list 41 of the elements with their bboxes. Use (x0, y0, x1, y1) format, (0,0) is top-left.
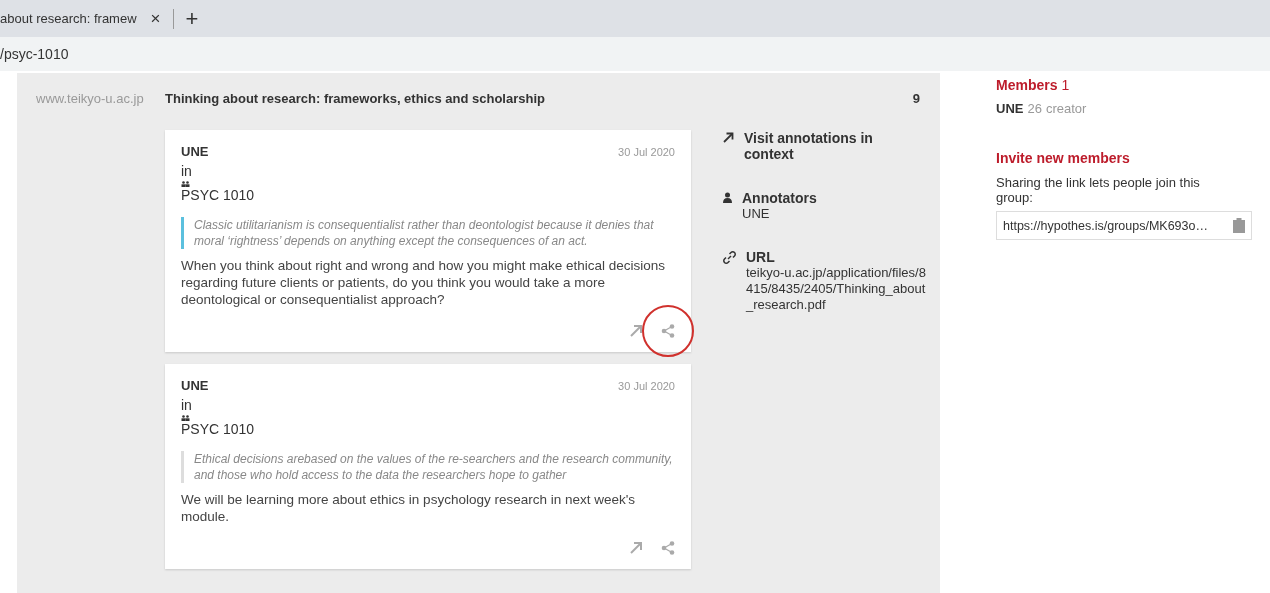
members-count: 1 (1061, 77, 1070, 93)
annotation-quote: Ethical decisions arebased on the values of the re-searchers and the research community, and those who hold access to the data the researchers hope to gather (181, 451, 675, 483)
in-label: in (181, 163, 193, 179)
group-icon (181, 181, 190, 187)
external-link-icon[interactable] (629, 541, 643, 555)
document-title[interactable]: Thinking about research: frameworks, ethics and scholarship (165, 91, 913, 106)
url-label: URL (746, 249, 776, 265)
close-icon[interactable]: × (150, 8, 161, 29)
link-icon (723, 251, 736, 264)
annotation-user[interactable]: UNE (181, 144, 209, 159)
tab-title: about research: framew (0, 11, 137, 26)
share-icon[interactable] (661, 541, 675, 555)
members-title: Members (996, 77, 1058, 93)
group-icon (181, 415, 190, 421)
document-domain: www.teikyo-u.ac.jp (36, 91, 145, 106)
browser-tab[interactable]: about research: framew × (0, 8, 174, 29)
member-count: 26 (1027, 101, 1042, 116)
address-bar[interactable]: /psyc-1010 (0, 37, 1270, 73)
annotation-user[interactable]: UNE (181, 378, 209, 393)
invite-link-field[interactable]: https://hypothes.is/groups/MK693o… (996, 211, 1252, 240)
group-name[interactable]: PSYC 1010 (181, 421, 675, 437)
arrow-icon (723, 132, 734, 143)
group-name[interactable]: PSYC 1010 (181, 187, 675, 203)
share-icon[interactable] (661, 324, 675, 338)
invite-description: Sharing the link lets people join this group: (996, 175, 1201, 205)
clipboard-icon[interactable] (1233, 218, 1245, 233)
external-link-icon[interactable] (629, 324, 643, 338)
new-tab-button[interactable]: + (185, 7, 199, 30)
visit-context-link[interactable]: Visit annotations in context (744, 130, 923, 162)
document-url[interactable]: teikyo-u.ac.jp/application/files/8415/8435/2405/Thinking_about_research.pdf (746, 265, 926, 313)
annotation-text: When you think about right and wrong and how you might make ethical decisions regarding future clients or patients, do you think you would take a more deontological or consequentialist approach? (181, 257, 667, 308)
annotation-quote: Classic utilitarianism is consequentialist rather than deontologist because it denies that moral ‘rightness’ depends on anything except the consequences of an act. (181, 217, 675, 249)
in-label: in (181, 397, 193, 413)
annotation-text: We will be learning more about ethics in psychology research in next week's module. (181, 491, 637, 525)
annotators-label: Annotators (742, 190, 817, 206)
invite-title: Invite new members (996, 150, 1131, 166)
annotator-name[interactable]: UNE (742, 206, 817, 221)
annotation-count: 9 (912, 91, 920, 106)
member-name[interactable]: UNE (996, 101, 1024, 116)
person-icon (723, 192, 732, 203)
member-role: creator (1045, 101, 1087, 116)
